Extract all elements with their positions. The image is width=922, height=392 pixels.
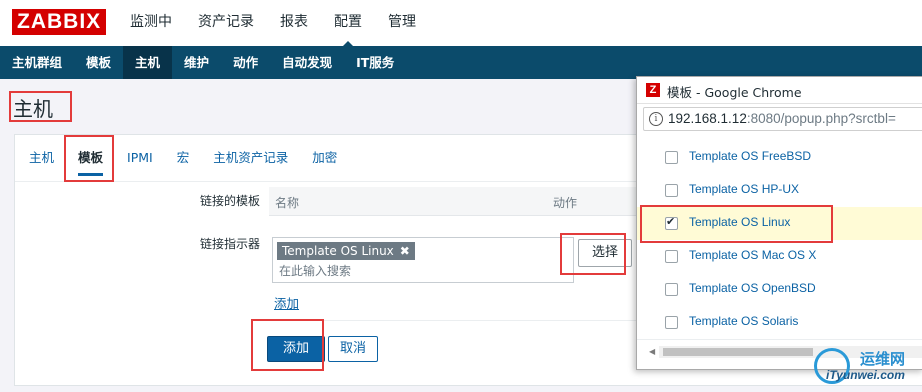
template-checkbox[interactable] — [665, 184, 678, 197]
template-link[interactable]: Template OS Mac OS X — [689, 248, 816, 262]
submit-add-button[interactable]: 添加 — [267, 336, 325, 362]
top-bar: ZABBIX 监测中 资产记录 报表 配置 管理 — [0, 0, 922, 48]
tab-inventory[interactable]: 主机资产记录 — [213, 149, 288, 176]
submenu-actions[interactable]: 动作 — [221, 46, 270, 79]
submenu-host-groups[interactable]: 主机群组 — [0, 46, 74, 79]
menu-configuration[interactable]: 配置 — [334, 0, 362, 48]
cancel-button[interactable]: 取消 — [328, 336, 378, 362]
list-item[interactable]: Template OS Solaris — [637, 306, 922, 340]
template-checkbox[interactable] — [665, 316, 678, 329]
remove-chip-icon[interactable]: ✖ — [400, 242, 410, 260]
submenu-hosts[interactable]: 主机 — [123, 46, 173, 79]
selected-template-name: Template OS Linux — [282, 244, 394, 258]
form-separator — [268, 320, 638, 321]
template-link[interactable]: Template OS Solaris — [689, 314, 798, 328]
linked-templates-table-header: 名称 动作 — [269, 187, 639, 216]
template-checkbox[interactable] — [665, 151, 678, 164]
tab-encryption[interactable]: 加密 — [312, 149, 337, 176]
tab-ipmi[interactable]: IPMI — [127, 149, 153, 176]
linked-templates-label: 链接的模板 — [199, 194, 260, 208]
sub-menu-bar: 主机群组 模板 主机 维护 动作 自动发现 IT服务 — [0, 46, 922, 79]
watermark-line1: 运维网 — [860, 350, 906, 368]
column-action: 动作 — [553, 196, 578, 210]
template-link[interactable]: Template OS Linux — [689, 215, 790, 229]
list-item[interactable]: Template OS Mac OS X — [637, 240, 922, 274]
popup-url: 192.168.1.12:8080/popup.php?srctbl= — [668, 111, 896, 126]
main-menu: 监测中 资产记录 报表 配置 管理 — [130, 0, 442, 48]
select-button[interactable]: 选择 — [578, 239, 632, 267]
submenu-discovery[interactable]: 自动发现 — [270, 46, 344, 79]
popup-url-host: 192.168.1.12 — [668, 111, 747, 126]
menu-monitoring[interactable]: 监测中 — [130, 0, 172, 46]
column-name: 名称 — [275, 196, 300, 210]
popup-url-rest: :8080/popup.php?srctbl= — [746, 111, 896, 126]
list-item[interactable]: Template OS Linux — [637, 207, 922, 241]
add-link[interactable]: 添加 — [274, 293, 299, 312]
menu-inventory[interactable]: 资产记录 — [198, 0, 254, 46]
submenu-it-services[interactable]: IT服务 — [344, 46, 406, 79]
link-indicator-label: 链接指示器 — [199, 237, 260, 251]
info-icon[interactable]: i — [649, 112, 663, 126]
template-checkbox[interactable] — [665, 215, 678, 230]
page-title: 主机 — [13, 97, 53, 121]
search-placeholder[interactable]: 在此输入搜索 — [279, 262, 351, 279]
template-link[interactable]: Template OS OpenBSD — [689, 281, 816, 295]
popup-title: 模板 - Google Chrome — [667, 85, 802, 100]
template-multiselect[interactable]: Template OS Linux ✖ 在此输入搜索 — [272, 237, 574, 283]
list-item[interactable]: Template OS OpenBSD — [637, 273, 922, 307]
scrollbar-thumb[interactable] — [663, 348, 813, 356]
popup-titlebar: Z 模板 - Google Chrome — [637, 77, 922, 104]
list-item[interactable]: Template OS FreeBSD — [637, 141, 922, 175]
menu-reports[interactable]: 报表 — [280, 0, 308, 46]
scroll-left-icon[interactable]: ◀ — [649, 347, 655, 356]
sub-menu: 主机群组 模板 主机 维护 动作 自动发现 IT服务 — [0, 46, 406, 79]
template-link[interactable]: Template OS HP-UX — [689, 182, 799, 196]
menu-administration[interactable]: 管理 — [388, 0, 416, 46]
tab-macros[interactable]: 宏 — [177, 149, 190, 176]
zabbix-logo[interactable]: ZABBIX — [12, 9, 107, 35]
zabbix-favicon-icon: Z — [646, 83, 660, 97]
tab-host[interactable]: 主机 — [29, 149, 54, 176]
template-popup-window: Z 模板 - Google Chrome i 192.168.1.12:8080… — [636, 76, 922, 370]
submenu-maintenance[interactable]: 维护 — [172, 46, 221, 79]
watermark-line2: iTyunwei.com — [826, 368, 905, 382]
popup-address-bar[interactable]: i 192.168.1.12:8080/popup.php?srctbl= — [643, 107, 922, 131]
form-tabs: 主机 模板 IPMI 宏 主机资产记录 加密 — [29, 149, 361, 176]
site-watermark: 运维网 iTyunwei.com — [808, 344, 922, 388]
selected-template-chip: Template OS Linux ✖ — [277, 242, 415, 260]
tab-templates[interactable]: 模板 — [78, 149, 104, 176]
template-checkbox[interactable] — [665, 250, 678, 263]
template-link[interactable]: Template OS FreeBSD — [689, 149, 811, 163]
template-checkbox[interactable] — [665, 283, 678, 296]
list-item[interactable]: Template OS HP-UX — [637, 174, 922, 208]
submenu-templates[interactable]: 模板 — [74, 46, 123, 79]
